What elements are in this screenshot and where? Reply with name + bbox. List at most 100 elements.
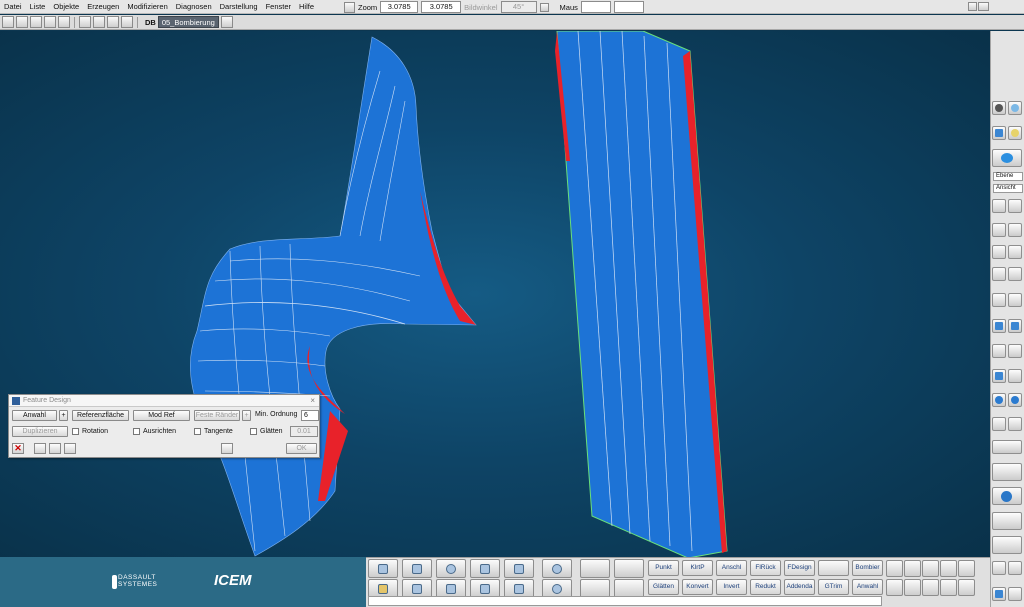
reset-angle-icon[interactable] bbox=[539, 2, 549, 12]
cmd-layer-icon[interactable] bbox=[504, 559, 534, 578]
plane-tool-icon[interactable] bbox=[992, 369, 1006, 383]
view-y3-icon[interactable] bbox=[1008, 267, 1022, 281]
copy-icon[interactable] bbox=[93, 16, 105, 28]
shade-icon[interactable] bbox=[1008, 126, 1022, 140]
expand-icon[interactable] bbox=[221, 443, 233, 454]
3d-viewport[interactable] bbox=[0, 31, 990, 557]
punkt-button[interactable]: Punkt bbox=[648, 560, 679, 576]
bildwinkel-input[interactable]: 45° bbox=[500, 1, 537, 13]
surface-tool-icon[interactable] bbox=[992, 319, 1006, 333]
cmd-curve-icon[interactable] bbox=[402, 559, 432, 578]
feste-raender-button[interactable]: Feste Ränder bbox=[194, 410, 240, 421]
op-grid-dots-icon[interactable] bbox=[958, 579, 975, 596]
pointer-tool-2-icon[interactable] bbox=[1008, 561, 1022, 575]
checkbox-box[interactable] bbox=[250, 428, 257, 435]
cmd-empty-2[interactable] bbox=[614, 559, 644, 578]
cmd-point-icon[interactable] bbox=[368, 559, 398, 578]
frame-tool-icon[interactable] bbox=[992, 440, 1022, 454]
view-z3-icon[interactable] bbox=[992, 267, 1006, 281]
view-x-icon[interactable] bbox=[1008, 199, 1022, 213]
axes-icon[interactable] bbox=[992, 536, 1022, 554]
op-edge-icon[interactable] bbox=[904, 560, 921, 577]
menu-modifizieren[interactable]: Modifizieren bbox=[123, 0, 171, 14]
menu-restore-icon[interactable] bbox=[968, 2, 977, 11]
invert-button[interactable]: Invert bbox=[716, 579, 747, 595]
rotate-tool-2-icon[interactable] bbox=[1008, 344, 1022, 358]
view-y-icon[interactable] bbox=[992, 223, 1006, 237]
menu-erzeugen[interactable]: Erzeugen bbox=[83, 0, 123, 14]
op-curve-icon[interactable] bbox=[904, 579, 921, 596]
sphere-tool-icon[interactable] bbox=[992, 393, 1006, 407]
menu-diagnosen[interactable]: Diagnosen bbox=[172, 0, 216, 14]
rotate-tool-icon[interactable] bbox=[992, 344, 1006, 358]
menu-liste[interactable]: Liste bbox=[26, 0, 50, 14]
cmd-snowflake-icon[interactable] bbox=[542, 559, 572, 578]
checkbox-box[interactable] bbox=[133, 428, 140, 435]
axis-tool-2-icon[interactable] bbox=[1008, 293, 1022, 307]
cut-icon[interactable] bbox=[79, 16, 91, 28]
db-name-field[interactable]: 05_Bombierung bbox=[157, 16, 219, 28]
close-icon[interactable]: × bbox=[310, 396, 315, 405]
menu-maximize-icon[interactable] bbox=[978, 2, 989, 11]
menu-objekte[interactable]: Objekte bbox=[49, 0, 83, 14]
light-icon[interactable] bbox=[1008, 101, 1022, 115]
ausrichten-checkbox[interactable]: Ausrichten bbox=[133, 426, 176, 437]
anschl-button[interactable]: Anschl bbox=[716, 560, 747, 576]
paste-icon[interactable] bbox=[107, 16, 119, 28]
checkbox-box[interactable] bbox=[194, 428, 201, 435]
min-ordnung-select[interactable]: 6 bbox=[301, 410, 319, 421]
camera-icon[interactable] bbox=[992, 512, 1022, 530]
axis-tool-icon[interactable] bbox=[992, 293, 1006, 307]
grid-move-icon[interactable] bbox=[1008, 587, 1022, 601]
document-icon[interactable] bbox=[49, 443, 61, 454]
ebene-select[interactable]: Ebene bbox=[993, 172, 1023, 181]
klrtp-button[interactable]: KlrtP bbox=[682, 560, 713, 576]
cube-icon[interactable] bbox=[992, 126, 1006, 140]
menu-datei[interactable]: Datei bbox=[0, 0, 26, 14]
op-blend-icon[interactable] bbox=[922, 579, 939, 596]
op-intersect-icon[interactable] bbox=[886, 560, 903, 577]
print-icon[interactable] bbox=[58, 16, 70, 28]
sphere-tool-2-icon[interactable] bbox=[1008, 393, 1022, 407]
konvert-button[interactable]: Konvert bbox=[682, 579, 713, 595]
cmd-empty-1[interactable] bbox=[580, 559, 610, 578]
zoom-input-1[interactable]: 3.0785 bbox=[380, 1, 419, 13]
addenda-button[interactable]: Addenda bbox=[784, 579, 815, 595]
render-mode-icon[interactable] bbox=[992, 149, 1022, 167]
glaetten-checkbox[interactable]: Glätten bbox=[250, 426, 283, 437]
ok-button[interactable]: OK bbox=[286, 443, 317, 454]
checkbox-box[interactable] bbox=[72, 428, 79, 435]
eye-view-icon[interactable] bbox=[992, 101, 1006, 115]
save-as-icon[interactable] bbox=[44, 16, 56, 28]
dialog-titlebar[interactable]: Feature Design × bbox=[9, 395, 319, 407]
right-surface[interactable] bbox=[555, 31, 728, 557]
rotation-checkbox[interactable]: Rotation bbox=[72, 426, 108, 437]
fit-tool-2-icon[interactable] bbox=[1008, 417, 1022, 431]
plane-tool-2-icon[interactable] bbox=[1008, 369, 1022, 383]
fdesign-button[interactable]: FDesign bbox=[784, 560, 815, 576]
surface-tool-2-icon[interactable] bbox=[1008, 319, 1022, 333]
pointer-tool-icon[interactable] bbox=[992, 561, 1006, 575]
save-icon[interactable] bbox=[30, 16, 42, 28]
redukt-button[interactable]: Redukt bbox=[750, 579, 781, 595]
command-input[interactable] bbox=[368, 596, 882, 606]
surface-edit-icon[interactable] bbox=[992, 587, 1006, 601]
menu-fenster[interactable]: Fenster bbox=[262, 0, 295, 14]
op-dots-icon[interactable] bbox=[958, 560, 975, 577]
ansicht-select[interactable]: Ansicht bbox=[993, 184, 1023, 193]
glaetten-button[interactable]: Glätten bbox=[648, 579, 679, 595]
open-folder-icon[interactable] bbox=[16, 16, 28, 28]
view-zx-icon[interactable] bbox=[1008, 223, 1022, 237]
anwahl-command-button[interactable]: Anwahl bbox=[852, 579, 883, 595]
info-icon[interactable] bbox=[34, 443, 46, 454]
empty-command-button[interactable] bbox=[818, 560, 849, 576]
duplizieren-button[interactable]: Duplizieren bbox=[12, 426, 68, 437]
cancel-x-icon[interactable]: ✕ bbox=[12, 443, 24, 454]
globe-icon[interactable] bbox=[992, 487, 1022, 505]
op-target-3-icon[interactable] bbox=[940, 579, 957, 596]
feste-raender-plus-button[interactable]: + bbox=[242, 410, 251, 421]
anwahl-plus-button[interactable]: + bbox=[59, 410, 68, 421]
glaetten-value-field[interactable]: 0.01 bbox=[290, 426, 318, 437]
flrueck-button[interactable]: FlRück bbox=[750, 560, 781, 576]
op-target-2-icon[interactable] bbox=[886, 579, 903, 596]
